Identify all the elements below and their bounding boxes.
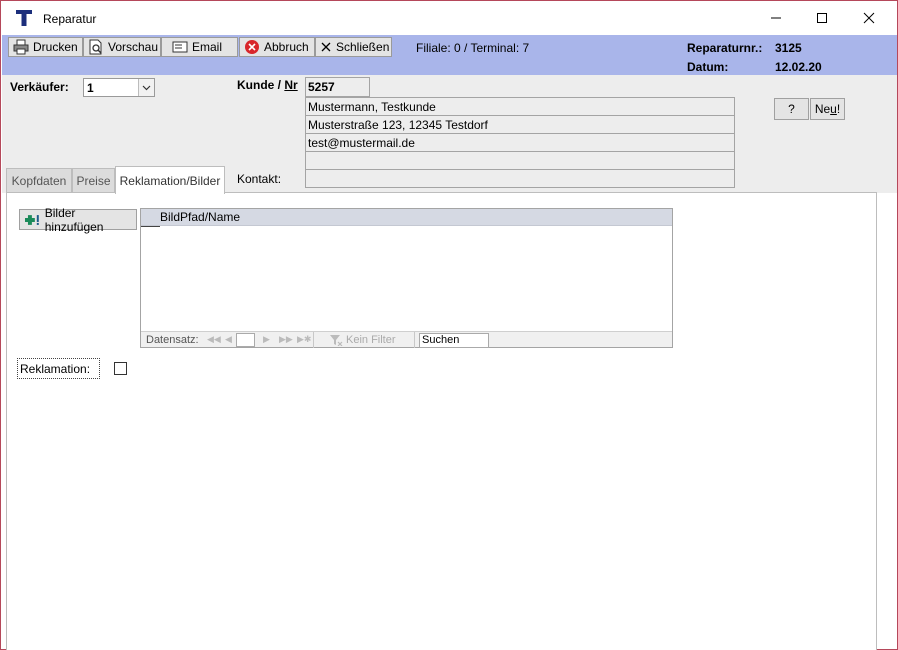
maximize-icon [817,13,827,23]
record-navigator: Datensatz: ◀◀ ◀ ▶ ▶▶ ▶✱ Kein Filter Such… [141,331,672,348]
new-customer-button[interactable]: Ne u! [810,98,845,120]
email-icon [172,39,188,55]
customer-extra-field[interactable] [305,151,735,170]
salesperson-select[interactable]: 1 [83,78,155,97]
cancel-label: Abbruch [264,40,309,54]
complaint-checkbox[interactable] [114,362,127,375]
filter-toggle[interactable]: Kein Filter [329,334,396,346]
last-record-icon[interactable]: ▶▶ [279,334,293,345]
contact-label: Kontakt: [237,172,282,186]
maximize-button[interactable] [799,1,845,35]
salesperson-value: 1 [87,81,94,95]
images-datasheet[interactable]: BildPfad/Name Datensatz: ◀◀ ◀ ▶ ▶▶ ▶✱ Ke… [140,208,673,348]
customer-label-prefix: Kunde / [237,78,285,92]
close-window-button[interactable] [846,1,892,35]
datasheet-header: BildPfad/Name [141,209,672,226]
column-header-bildpfad[interactable]: BildPfad/Name [160,210,240,224]
printer-icon [13,39,29,55]
new-button-prefix: Ne [814,102,831,116]
nav-separator [414,332,415,348]
new-button-underlined: u [830,102,837,116]
chevron-down-icon[interactable] [138,79,154,96]
customer-name-field[interactable]: Mustermann, Testkunde [305,97,735,116]
filter-label: Kein Filter [346,334,396,346]
current-record-input[interactable] [236,333,255,347]
record-nav-label: Datensatz: [146,334,199,346]
add-image-plus-icon [25,214,39,225]
date-value: 12.02.20 [775,60,822,74]
customer-address-field[interactable]: Musterstraße 123, 12345 Testdorf [305,115,735,134]
close-x-icon [320,39,332,55]
close-form-label: Schließen [336,40,390,54]
cancel-circle-icon [244,39,260,55]
add-images-button[interactable]: Bilder hinzufügen [19,206,137,234]
email-label: Email [192,40,223,54]
minimize-icon [771,17,781,19]
window-title: Reparatur [43,12,97,26]
funnel-filter-icon [330,335,343,346]
repair-number-value: 3125 [775,41,802,55]
close-icon [863,12,875,24]
minimize-button[interactable] [753,1,799,35]
print-button[interactable]: Drucken [8,37,83,57]
first-record-icon[interactable]: ◀◀ [207,334,221,345]
next-record-icon[interactable]: ▶ [263,334,270,345]
previous-record-icon[interactable]: ◀ [225,334,232,345]
date-label: Datum: [687,60,729,74]
search-input[interactable]: Suchen [419,333,489,348]
print-label: Drucken [33,40,78,54]
row-selector[interactable] [141,226,160,227]
app-logo-icon [16,10,32,26]
contact-field[interactable] [305,169,735,188]
email-button[interactable]: Email [161,37,238,57]
close-form-button[interactable]: Schließen [315,37,392,57]
salesperson-label: Verkäufer: [10,80,69,94]
cancel-button[interactable]: Abbruch [239,37,315,57]
help-button[interactable]: ? [774,98,809,120]
customer-number-label: Kunde / Nr [237,78,298,92]
repair-number-label: Reparaturnr.: [687,41,763,55]
tab-kopfdaten[interactable]: Kopfdaten [6,168,72,192]
nav-separator [313,332,314,348]
branch-terminal-info: Filiale: 0 / Terminal: 7 [416,41,530,55]
customer-label-underlined: Nr [284,78,298,92]
customer-number-field[interactable]: 5257 [305,77,370,97]
preview-button[interactable]: Vorschau [83,37,161,57]
new-record-icon[interactable]: ▶✱ [297,334,311,345]
new-button-suffix: ! [836,102,841,116]
tab-reklamation-bilder[interactable]: Reklamation/Bilder [115,166,225,194]
repair-window: Reparatur Drucken Vorschau Email Abbruch… [0,0,898,650]
preview-label: Vorschau [108,40,159,54]
customer-email-field[interactable]: test@mustermail.de [305,133,735,152]
title-bar: Reparatur [1,1,897,35]
header-band: Drucken Vorschau Email Abbruch Schließen [2,35,897,75]
preview-magnifier-icon [88,39,104,55]
complaint-label: Reklamation: [17,358,100,379]
add-images-label: Bilder hinzufügen [44,205,104,234]
tab-preise[interactable]: Preise [72,168,115,192]
